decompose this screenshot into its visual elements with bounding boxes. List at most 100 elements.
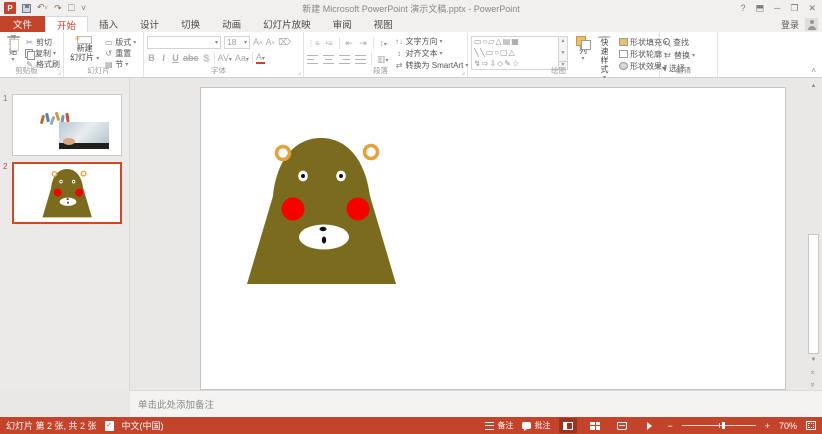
- zoom-percentage[interactable]: 70%: [779, 421, 797, 431]
- reading-view-button[interactable]: [613, 418, 631, 433]
- reset-button[interactable]: ↺重置: [104, 48, 136, 58]
- layout-button[interactable]: ▭版式▾: [104, 37, 136, 47]
- font-dialog-launcher[interactable]: ⌟: [298, 68, 301, 76]
- previous-slide-button[interactable]: «: [807, 366, 820, 378]
- align-text-icon: ↕: [395, 49, 404, 58]
- bullets-button[interactable]: ⋮≡: [307, 39, 320, 48]
- justify-button[interactable]: [355, 55, 366, 64]
- italic-button[interactable]: I: [159, 53, 168, 63]
- next-slide-button[interactable]: »: [807, 378, 820, 390]
- replace-icon: ⇄: [663, 51, 672, 60]
- scroll-up-button[interactable]: ▲: [807, 80, 820, 92]
- spell-check-icon[interactable]: ✓: [105, 421, 114, 431]
- underline-button[interactable]: U: [171, 53, 180, 63]
- quick-access-toolbar: P ↶˅ ↷ 🞎 ˅: [0, 2, 86, 14]
- shapes-row-2[interactable]: ╲╲▭○▢△: [474, 48, 556, 58]
- clipboard-dialog-launcher[interactable]: ⌟: [58, 68, 61, 76]
- find-button[interactable]: 查找: [663, 37, 695, 47]
- notes-placeholder[interactable]: 单击此处添加备注: [138, 400, 214, 411]
- sign-in-link[interactable]: 登录: [781, 18, 799, 31]
- numbering-button[interactable]: ¹≡: [325, 39, 334, 48]
- comments-toggle-button[interactable]: 批注: [522, 421, 550, 431]
- arrange-button[interactable]: 排列 ▾: [573, 35, 593, 65]
- slide-2-thumbnail[interactable]: [12, 162, 122, 224]
- tab-view[interactable]: 视图: [363, 16, 404, 32]
- shrink-font-button[interactable]: A˅: [266, 37, 276, 47]
- font-name-combo[interactable]: ▾: [147, 36, 221, 49]
- start-slideshow-icon[interactable]: 🞎: [68, 3, 75, 13]
- shapes-scroll-up-icon[interactable]: ▲: [561, 38, 566, 44]
- normal-view-button[interactable]: [559, 418, 577, 433]
- tab-slideshow[interactable]: 幻灯片放映: [252, 16, 322, 32]
- tab-file[interactable]: 文件: [0, 16, 45, 32]
- shapes-scroll-down-icon[interactable]: ▼: [561, 50, 566, 56]
- notes-toggle-button[interactable]: 备注: [485, 421, 513, 431]
- ribbon-display-options-button[interactable]: ⬒: [755, 3, 764, 14]
- zoom-in-button[interactable]: +: [765, 421, 770, 431]
- align-center-button[interactable]: [323, 55, 334, 64]
- decrease-indent-button[interactable]: ⇤: [345, 38, 354, 49]
- text-direction-button[interactable]: ↑↓文字方向▾: [395, 36, 469, 46]
- new-slide-button[interactable]: 新建 幻灯片 ▾: [67, 35, 102, 65]
- text-shadow-button[interactable]: S: [202, 53, 211, 63]
- align-text-button[interactable]: ↕对齐文本▾: [395, 48, 469, 58]
- undo-icon[interactable]: ↶˅: [37, 2, 48, 14]
- save-icon[interactable]: [22, 4, 31, 13]
- bold-button[interactable]: B: [147, 53, 156, 63]
- align-right-button[interactable]: [339, 55, 350, 64]
- zoom-slider-thumb[interactable]: [722, 422, 725, 429]
- align-left-button[interactable]: [307, 55, 318, 64]
- slide-2-bear-mini: [14, 164, 120, 222]
- tab-transitions[interactable]: 切换: [170, 16, 211, 32]
- slide-2-number: 2: [3, 162, 7, 171]
- tab-animations[interactable]: 动画: [211, 16, 252, 32]
- help-button[interactable]: ?: [740, 3, 745, 13]
- grow-font-button[interactable]: A˄: [253, 37, 263, 47]
- scroll-down-button[interactable]: ▼: [807, 354, 820, 366]
- cut-button[interactable]: ✂剪切: [25, 37, 60, 47]
- copy-button[interactable]: 复制▾: [25, 48, 60, 58]
- zoom-out-button[interactable]: −: [667, 421, 672, 431]
- strikethrough-button[interactable]: abc: [183, 53, 199, 63]
- shapes-row-1[interactable]: ▭○▱△▤▦: [474, 37, 556, 47]
- collapse-ribbon-button[interactable]: ˄: [811, 66, 816, 75]
- slide-canvas[interactable]: [200, 87, 786, 390]
- paste-button[interactable]: 粘贴 ▾: [3, 35, 23, 65]
- zoom-slider[interactable]: [682, 425, 756, 426]
- powerpoint-logo-icon[interactable]: P: [4, 2, 16, 14]
- slide-counter[interactable]: 幻灯片 第 2 张, 共 2 张: [6, 419, 97, 432]
- tab-design[interactable]: 设计: [129, 16, 170, 32]
- fit-slide-to-window-icon[interactable]: [806, 421, 816, 430]
- group-drawing: ▭○▱△▤▦ ╲╲▭○▢△ ↯⇨⇩◇✎☆ ▲ ▼ ▼ 排列 ▾ 快速样式 ▾: [468, 32, 660, 77]
- close-button[interactable]: ✕: [808, 3, 816, 14]
- paragraph-dialog-launcher[interactable]: ⌟: [462, 68, 465, 76]
- increase-indent-button[interactable]: ⇥: [359, 38, 368, 49]
- customize-qat-icon[interactable]: ˅: [81, 3, 86, 13]
- tab-review[interactable]: 审阅: [322, 16, 363, 32]
- change-case-button[interactable]: Aa▾: [235, 53, 249, 63]
- character-spacing-button[interactable]: AV▾: [218, 53, 232, 63]
- line-spacing-button[interactable]: ↕▾: [379, 38, 388, 48]
- clear-formatting-button[interactable]: ⌦: [278, 37, 291, 48]
- slide-sorter-view-button[interactable]: [586, 418, 604, 433]
- font-color-button[interactable]: A▾: [256, 52, 265, 64]
- scrollbar-track[interactable]: [807, 92, 820, 354]
- language-indicator[interactable]: 中文(中国): [122, 419, 164, 432]
- font-size-combo[interactable]: 18▾: [224, 36, 250, 49]
- tab-insert[interactable]: 插入: [88, 16, 129, 32]
- redo-icon[interactable]: ↷: [54, 3, 62, 13]
- status-bar: 幻灯片 第 2 张, 共 2 张 ✓ 中文(中国) 备注 批注 − + 70%: [0, 417, 822, 434]
- quick-styles-button[interactable]: 快速样式 ▾: [595, 35, 614, 65]
- notes-pane[interactable]: 单击此处添加备注: [130, 390, 822, 417]
- columns-button[interactable]: ▥▾: [377, 54, 389, 65]
- restore-button[interactable]: ❐: [790, 3, 798, 14]
- slideshow-view-button[interactable]: [640, 418, 658, 433]
- scrollbar-thumb[interactable]: [808, 234, 819, 354]
- minimize-button[interactable]: ─: [774, 3, 780, 13]
- slide-1-thumbnail[interactable]: [12, 94, 122, 156]
- bear-drawing[interactable]: [201, 88, 787, 391]
- account-person-icon[interactable]: [805, 18, 818, 31]
- replace-button[interactable]: ⇄替换▾: [663, 50, 695, 60]
- tab-home[interactable]: 开始: [45, 16, 88, 32]
- group-slides: 新建 幻灯片 ▾ ▭版式▾ ↺重置 ▤节▾ 幻灯片: [64, 32, 144, 77]
